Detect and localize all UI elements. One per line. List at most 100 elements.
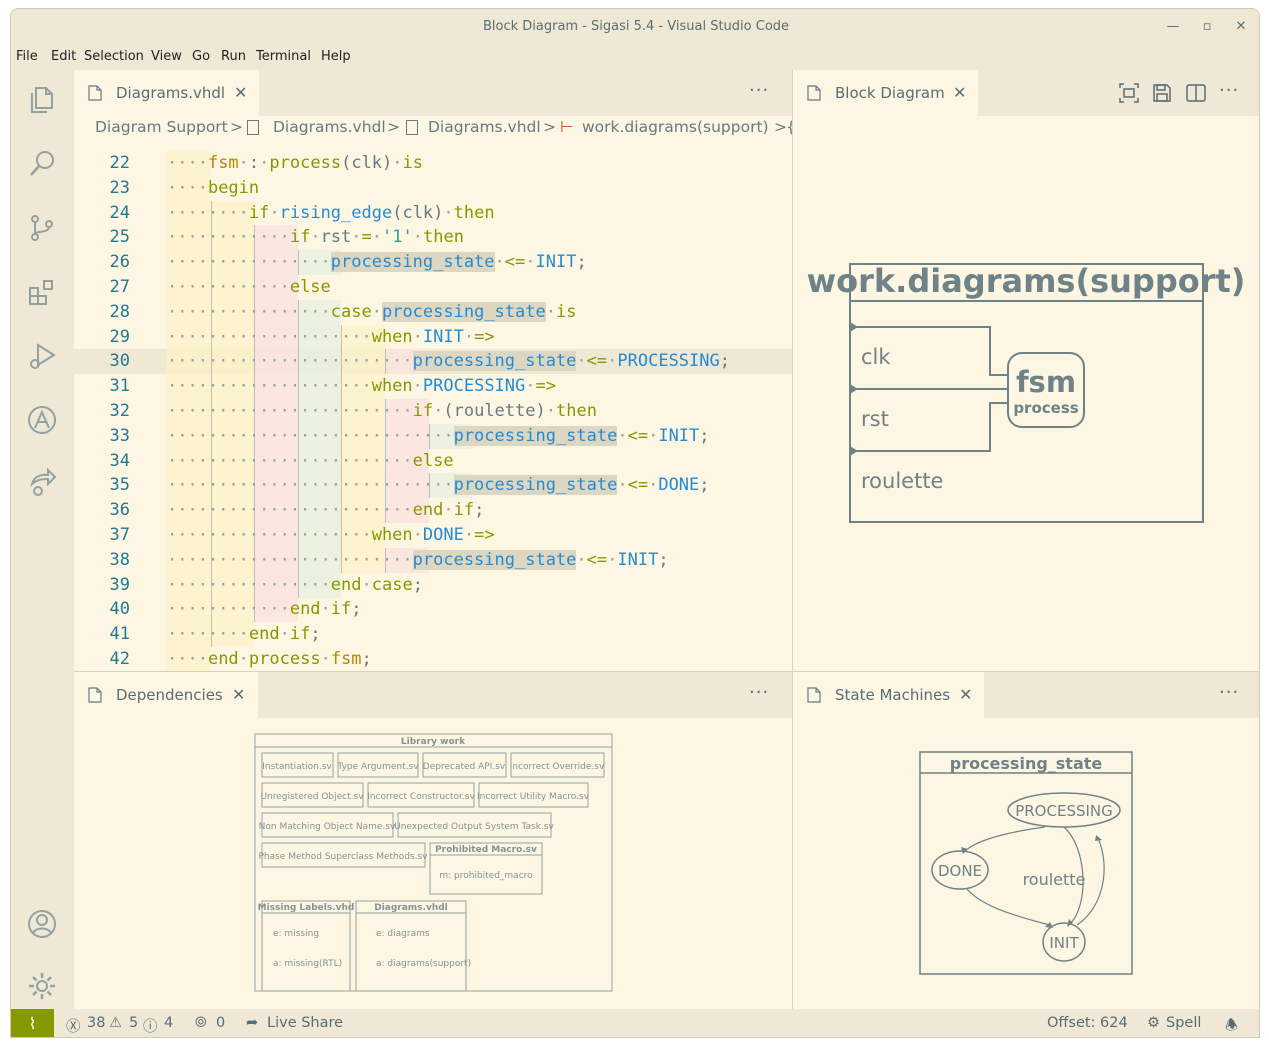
live-share-status-icon[interactable]: ➦	[246, 1015, 258, 1031]
error-icon[interactable]: Ⓧ	[66, 1015, 81, 1036]
state-label: PROCESSING	[1015, 802, 1113, 820]
breadcrumb-design-file[interactable]: Diagrams.vhdl	[428, 118, 541, 136]
code-line[interactable]: 38 ························processing_sta…	[74, 547, 792, 573]
spell-status[interactable]: Spell	[1166, 1015, 1201, 1031]
fit-to-window-icon[interactable]	[1118, 82, 1140, 104]
more-actions-icon[interactable]: ···	[1219, 80, 1239, 101]
tab-label: Dependencies	[116, 686, 223, 704]
close-window-icon[interactable]: ✕	[1224, 9, 1258, 46]
minimize-icon[interactable]: —	[1156, 9, 1190, 46]
code-text: ····················when·INIT·=>	[167, 326, 495, 347]
spell-gear-icon[interactable]: ⚙	[1147, 1015, 1160, 1031]
line-number: 36	[109, 500, 130, 521]
live-share-status[interactable]: Live Share	[267, 1015, 343, 1031]
code-line[interactable]: 22 ····fsm·:·process(clk)·is	[74, 151, 792, 176]
code-line[interactable]: 26 ················processing_state·<=·IN…	[74, 250, 792, 276]
line-number: 30	[109, 351, 130, 372]
warning-count[interactable]: 5	[129, 1015, 138, 1031]
tab-diagrams-vhdl[interactable]: Diagrams.vhdl ✕	[74, 70, 259, 116]
menu-file[interactable]: File	[16, 49, 38, 64]
source-control-icon[interactable]	[26, 212, 58, 244]
more-actions-icon[interactable]: ···	[749, 80, 769, 101]
code-line[interactable]: 23 ····begin	[74, 175, 792, 201]
menu-view[interactable]: View	[151, 49, 182, 64]
ports-icon[interactable]: ⦾	[195, 1015, 207, 1031]
code-line[interactable]: 32 ························if·(roulette)·…	[74, 399, 792, 424]
code-line[interactable]: 35 ····························processing…	[74, 473, 792, 499]
close-tab-icon[interactable]: ✕	[234, 70, 247, 116]
extensions-icon[interactable]	[26, 276, 58, 308]
library-box	[254, 733, 613, 992]
settings-gear-icon[interactable]	[26, 970, 58, 1002]
menu-run[interactable]: Run	[221, 49, 246, 64]
info-count[interactable]: 4	[164, 1015, 173, 1031]
offset-indicator[interactable]: Offset: 624	[1047, 1015, 1128, 1031]
line-number: 34	[109, 450, 130, 471]
code-line[interactable]: 28 ················case·processing_state·…	[74, 299, 792, 325]
menu-go[interactable]: Go	[192, 49, 210, 64]
breadcrumb-folder[interactable]: Diagram Support	[95, 118, 228, 136]
prohibited-title: Prohibited Macro.sv	[435, 845, 537, 855]
block-diagram-canvas[interactable]: work.diagrams(support) clk rst roulette …	[793, 116, 1260, 671]
code-line[interactable]: 27 ············else	[74, 275, 792, 300]
more-actions-icon[interactable]: ···	[749, 682, 769, 703]
architecture-icon: ⊢	[560, 118, 574, 136]
block-diagram-tab-bar: Block Diagram ✕ ···	[793, 70, 1259, 116]
run-debug-icon[interactable]	[26, 340, 58, 372]
state-machine-canvas[interactable]: processing_state PROCESSING DONE INIT ro…	[793, 718, 1260, 1009]
code-line[interactable]: 36 ························end·if;	[74, 498, 792, 524]
code-editor[interactable]: 22 ····fsm·:·process(clk)·is 23 ····begin 24…	[74, 143, 792, 671]
ports-count[interactable]: 0	[216, 1015, 225, 1031]
code-line[interactable]: 33 ····························processing…	[74, 423, 792, 449]
tab-state-machines[interactable]: State Machines ✕	[793, 672, 984, 718]
code-text: ············if·rst·=·'1'·then	[167, 227, 464, 248]
search-icon[interactable]	[26, 148, 58, 180]
dependencies-canvas[interactable]: Library work Instantiation.sv Type Argum…	[74, 718, 792, 1009]
breadcrumb-file[interactable]: Diagrams.vhdl	[273, 118, 386, 136]
code-line[interactable]: 30 ························processing_sta…	[74, 349, 792, 375]
title-bar: Block Diagram - Sigasi 5.4 - Visual Stud…	[11, 9, 1259, 46]
code-text: ····················when·DONE·=>	[167, 525, 495, 545]
close-tab-icon[interactable]: ✕	[232, 672, 245, 718]
tab-label: State Machines	[835, 686, 951, 704]
code-line[interactable]: 29 ····················when·INIT·=>	[74, 324, 792, 350]
breadcrumb-architecture[interactable]: work.diagrams(support)	[582, 118, 769, 136]
code-text: ········if·rising_edge(clk)·then	[167, 202, 495, 223]
code-line[interactable]: 39 ················end·case;	[74, 572, 792, 598]
code-line[interactable]: 37 ····················when·DONE·=>	[74, 523, 792, 548]
more-actions-icon[interactable]: ···	[1219, 682, 1239, 703]
notifications-bell-icon[interactable]: 🕭	[1225, 1015, 1238, 1037]
live-share-icon[interactable]	[26, 466, 58, 498]
breadcrumb-separator: >	[543, 118, 556, 136]
tab-block-diagram[interactable]: Block Diagram ✕	[793, 70, 978, 116]
menu-terminal[interactable]: Terminal	[256, 49, 311, 64]
sigasi-icon[interactable]	[26, 404, 58, 436]
info-icon[interactable]: ⓘ	[143, 1015, 158, 1036]
maximize-icon[interactable]: ▫	[1190, 9, 1224, 46]
warning-icon[interactable]: ⚠	[109, 1015, 122, 1031]
dep-file: Phase Method Superclass Methods.sv	[258, 852, 428, 862]
code-line[interactable]: 31 ····················when·PROCESSING·=>	[74, 374, 792, 400]
close-tab-icon[interactable]: ✕	[953, 70, 966, 116]
file-icon	[807, 85, 821, 101]
code-line[interactable]: 34 ························else	[74, 448, 792, 474]
code-text: ····end·process·fsm;	[167, 649, 372, 669]
split-editor-icon[interactable]	[1185, 82, 1207, 104]
transition-label: roulette	[1023, 870, 1086, 889]
code-line[interactable]: 41 ········end·if;	[74, 622, 792, 648]
error-count[interactable]: 38	[87, 1015, 105, 1031]
tab-dependencies[interactable]: Dependencies ✕	[74, 672, 258, 718]
code-line[interactable]: 40 ············end·if;	[74, 597, 792, 623]
account-icon[interactable]	[26, 908, 58, 940]
menu-selection[interactable]: Selection	[84, 49, 144, 64]
menu-edit[interactable]: Edit	[51, 49, 76, 64]
file-icon	[88, 687, 102, 703]
code-line[interactable]: 25 ············if·rst·=·'1'·then	[74, 225, 792, 251]
remote-indicator-icon[interactable]: ⌇	[11, 1009, 54, 1037]
menu-help[interactable]: Help	[321, 49, 351, 64]
close-tab-icon[interactable]: ✕	[959, 672, 972, 718]
save-icon[interactable]	[1151, 82, 1173, 104]
code-line[interactable]: 24 ········if·rising_edge(clk)·then	[74, 200, 792, 226]
code-line[interactable]: 42 ····end·process·fsm;	[74, 647, 792, 671]
explorer-icon[interactable]	[26, 84, 58, 116]
